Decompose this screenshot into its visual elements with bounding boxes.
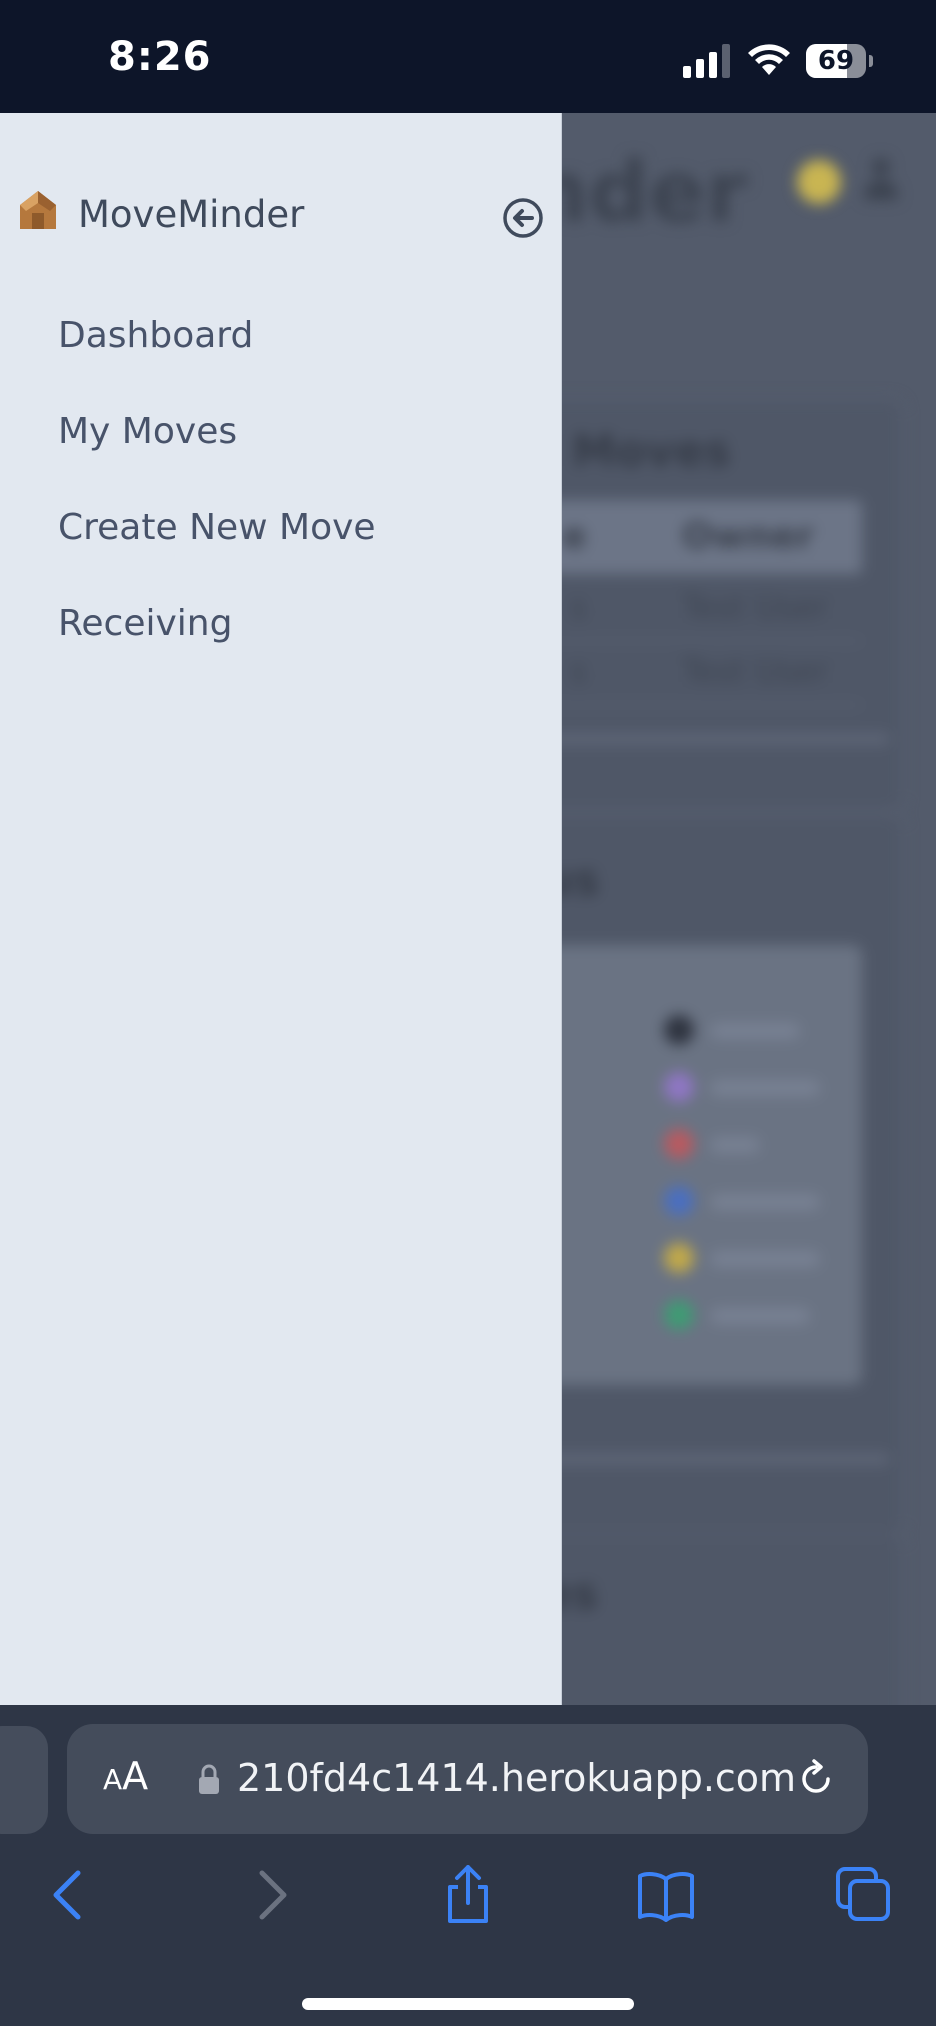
screen: 8:26 69 inder Moves e Owner s Test User …	[0, 0, 936, 2026]
tabs-icon[interactable]	[834, 1865, 894, 1925]
text-size-small-letter: A	[103, 1763, 123, 1796]
chevron-left-icon[interactable]	[40, 1865, 100, 1925]
legend-label-bar	[710, 1137, 760, 1153]
theme-sun-icon	[797, 160, 841, 204]
legend-label-bar	[710, 1251, 820, 1267]
legend-dot	[664, 1072, 694, 1102]
battery-level: 69	[817, 46, 855, 76]
nav-item-my-moves[interactable]: My Moves	[58, 411, 237, 452]
book-icon[interactable]	[636, 1865, 696, 1925]
status-bar: 8:26 69	[0, 0, 936, 113]
legend-label-bar	[710, 1308, 810, 1324]
wifi-icon	[748, 44, 790, 75]
background-card-title: Moves	[572, 426, 731, 477]
share-icon[interactable]	[438, 1865, 498, 1925]
circle-arrow-left-icon[interactable]	[502, 197, 544, 239]
legend-dot	[664, 1186, 694, 1216]
reload-icon[interactable]	[795, 1758, 837, 1800]
legend-label-bar	[710, 1080, 820, 1096]
user-icon	[864, 158, 898, 206]
text-size-button[interactable]: AA	[103, 1754, 148, 1798]
battery-indicator: 69	[806, 44, 876, 78]
legend-dot	[664, 1300, 694, 1330]
safari-toolbar: AA 210fd4c1414.herokuapp.com	[0, 1705, 936, 2026]
brand-name: MoveMinder	[78, 193, 305, 236]
cardboard-box-house-icon	[20, 191, 56, 229]
legend-dot	[664, 1129, 694, 1159]
legend-dot	[664, 1243, 694, 1273]
battery-cap	[869, 55, 873, 67]
battery-body: 69	[806, 44, 866, 78]
status-time: 8:26	[108, 34, 212, 80]
legend-dot	[664, 1015, 694, 1045]
nav-item-receiving[interactable]: Receiving	[58, 603, 232, 644]
background-table-header-cell: e	[562, 516, 587, 557]
url-text: 210fd4c1414.herokuapp.com	[237, 1756, 797, 1800]
chevron-right-icon[interactable]	[240, 1865, 300, 1925]
previous-tab-preview[interactable]	[0, 1726, 48, 1834]
legend-label-bar	[710, 1023, 800, 1039]
address-bar[interactable]: AA 210fd4c1414.herokuapp.com	[67, 1724, 868, 1834]
legend-label-bar	[710, 1194, 820, 1210]
background-table-header-cell: Owner	[682, 516, 814, 557]
home-indicator	[302, 1998, 634, 2010]
navigation-drawer: MoveMinder Dashboard My Moves Create New…	[0, 113, 562, 1705]
lock-icon	[199, 1764, 219, 1794]
nav-item-dashboard[interactable]: Dashboard	[58, 315, 253, 356]
text-size-big-letter: A	[122, 1754, 149, 1798]
cellular-signal-icon	[683, 44, 730, 78]
nav-item-create-new-move[interactable]: Create New Move	[58, 507, 376, 548]
